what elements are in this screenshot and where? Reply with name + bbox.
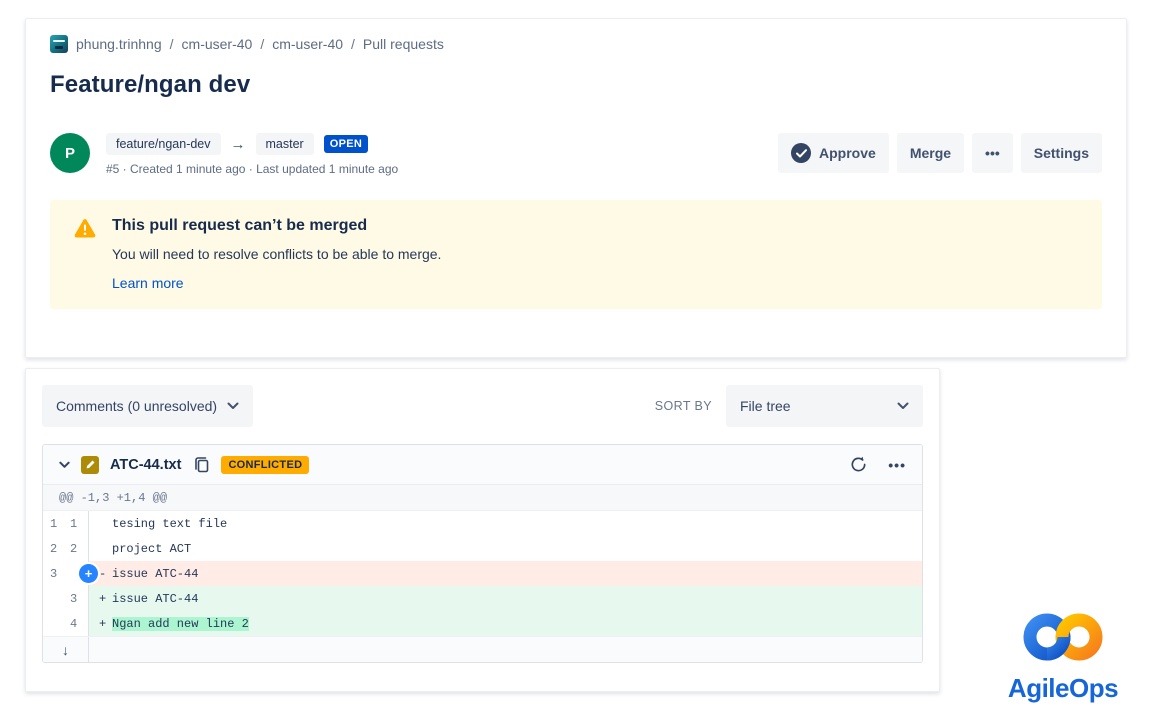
page: phung.trinhng / cm-user-40 / cm-user-40 …	[0, 0, 1151, 720]
source-branch-chip: feature/ngan-dev	[106, 133, 221, 155]
expand-down-arrow[interactable]: ↓	[43, 637, 89, 662]
warning-title: This pull request can’t be merged	[112, 217, 441, 235]
file-diff-panel: ATC-44.txt CONFLICTED •••	[42, 444, 923, 663]
diff-line-context: 1 1 tesing text file	[43, 511, 922, 536]
warning-body: You will need to resolve conflicts to be…	[112, 246, 441, 262]
author-avatar[interactable]: P	[50, 133, 90, 173]
diff-line-added: 4 +Ngan add new line 2	[43, 611, 922, 636]
target-branch-chip: master	[256, 133, 314, 155]
approve-label: Approve	[819, 145, 876, 161]
file-modified-icon	[81, 456, 99, 474]
repository-icon	[50, 35, 68, 53]
breadcrumb-separator: /	[170, 36, 174, 52]
warning-banner: This pull request can’t be merged You wi…	[50, 200, 1102, 309]
pull-request-card: phung.trinhng / cm-user-40 / cm-user-40 …	[25, 18, 1127, 358]
add-comment-button[interactable]: +	[79, 564, 98, 583]
agileops-infinity-icon	[1011, 608, 1115, 666]
agileops-wordmark: AgileOps	[998, 673, 1128, 704]
sort-by-label: SORT BY	[655, 399, 712, 413]
new-line-number: 4	[63, 611, 83, 636]
old-line-number	[43, 611, 63, 636]
pr-state-badge: OPEN	[324, 135, 368, 153]
refresh-diff-icon[interactable]	[849, 455, 868, 474]
merge-button[interactable]: Merge	[897, 133, 964, 173]
line-text: project ACT	[112, 542, 191, 556]
line-text: tesing text file	[112, 517, 227, 531]
page-title: Feature/ngan dev	[50, 71, 1102, 99]
arrow-right-icon: →	[231, 136, 246, 153]
settings-button[interactable]: Settings	[1021, 133, 1102, 173]
file-more-button[interactable]: •••	[888, 457, 906, 473]
approve-button[interactable]: Approve	[778, 133, 889, 173]
new-line-number: 3	[63, 586, 83, 611]
diff-line-added: 3 +issue ATC-44	[43, 586, 922, 611]
file-header: ATC-44.txt CONFLICTED •••	[43, 445, 922, 485]
pr-meta: #5 · Created 1 minute ago · Last updated…	[106, 162, 778, 176]
old-line-number	[43, 586, 63, 611]
sort-select-value: File tree	[740, 398, 791, 414]
agileops-logo: AgileOps	[998, 608, 1128, 704]
diff-line-context: 2 2 project ACT	[43, 536, 922, 561]
chevron-down-icon	[897, 402, 909, 410]
pr-actions: Approve Merge ••• Settings	[778, 133, 1102, 173]
old-line-number: 3	[43, 561, 63, 586]
sort-select[interactable]: File tree	[726, 385, 923, 427]
comments-dropdown[interactable]: Comments (0 unresolved)	[42, 385, 253, 427]
hunk-header: @@ -1,3 +1,4 @@	[43, 485, 922, 511]
line-text: issue ATC-44	[112, 592, 198, 606]
new-line-number: 2	[63, 536, 83, 561]
breadcrumb-separator: /	[260, 36, 264, 52]
more-actions-button[interactable]: •••	[972, 133, 1013, 173]
breadcrumb-separator: /	[351, 36, 355, 52]
chevron-down-icon	[227, 402, 239, 410]
line-text: issue ATC-44	[112, 567, 198, 581]
old-line-number: 1	[43, 511, 63, 536]
file-name[interactable]: ATC-44.txt	[110, 457, 181, 473]
collapse-chevron-icon[interactable]	[59, 461, 70, 469]
breadcrumb: phung.trinhng / cm-user-40 / cm-user-40 …	[50, 35, 1102, 53]
new-line-number: 1	[63, 511, 83, 536]
breadcrumb-repository[interactable]: cm-user-40	[272, 36, 343, 52]
diff-card: Comments (0 unresolved) SORT BY File tre…	[25, 368, 940, 692]
pr-header-row: P feature/ngan-dev → master OPEN #5 · Cr…	[50, 133, 1102, 176]
old-line-number: 2	[43, 536, 63, 561]
diff-toolbar: Comments (0 unresolved) SORT BY File tre…	[42, 385, 923, 427]
breadcrumb-pull-requests[interactable]: Pull requests	[363, 36, 444, 52]
check-circle-icon	[791, 143, 811, 163]
copy-icon[interactable]	[194, 456, 210, 473]
breadcrumb-project[interactable]: cm-user-40	[182, 36, 253, 52]
comments-dropdown-label: Comments (0 unresolved)	[56, 398, 217, 414]
diff-expander-row: ↓	[43, 636, 922, 662]
breadcrumb-workspace[interactable]: phung.trinhng	[76, 36, 162, 52]
line-text-highlighted: Ngan add new line 2	[112, 617, 249, 631]
diff-line-removed: 3 + -issue ATC-44	[43, 561, 922, 586]
learn-more-link[interactable]: Learn more	[112, 275, 184, 291]
conflicted-badge: CONFLICTED	[221, 456, 309, 474]
warning-icon	[74, 218, 96, 293]
